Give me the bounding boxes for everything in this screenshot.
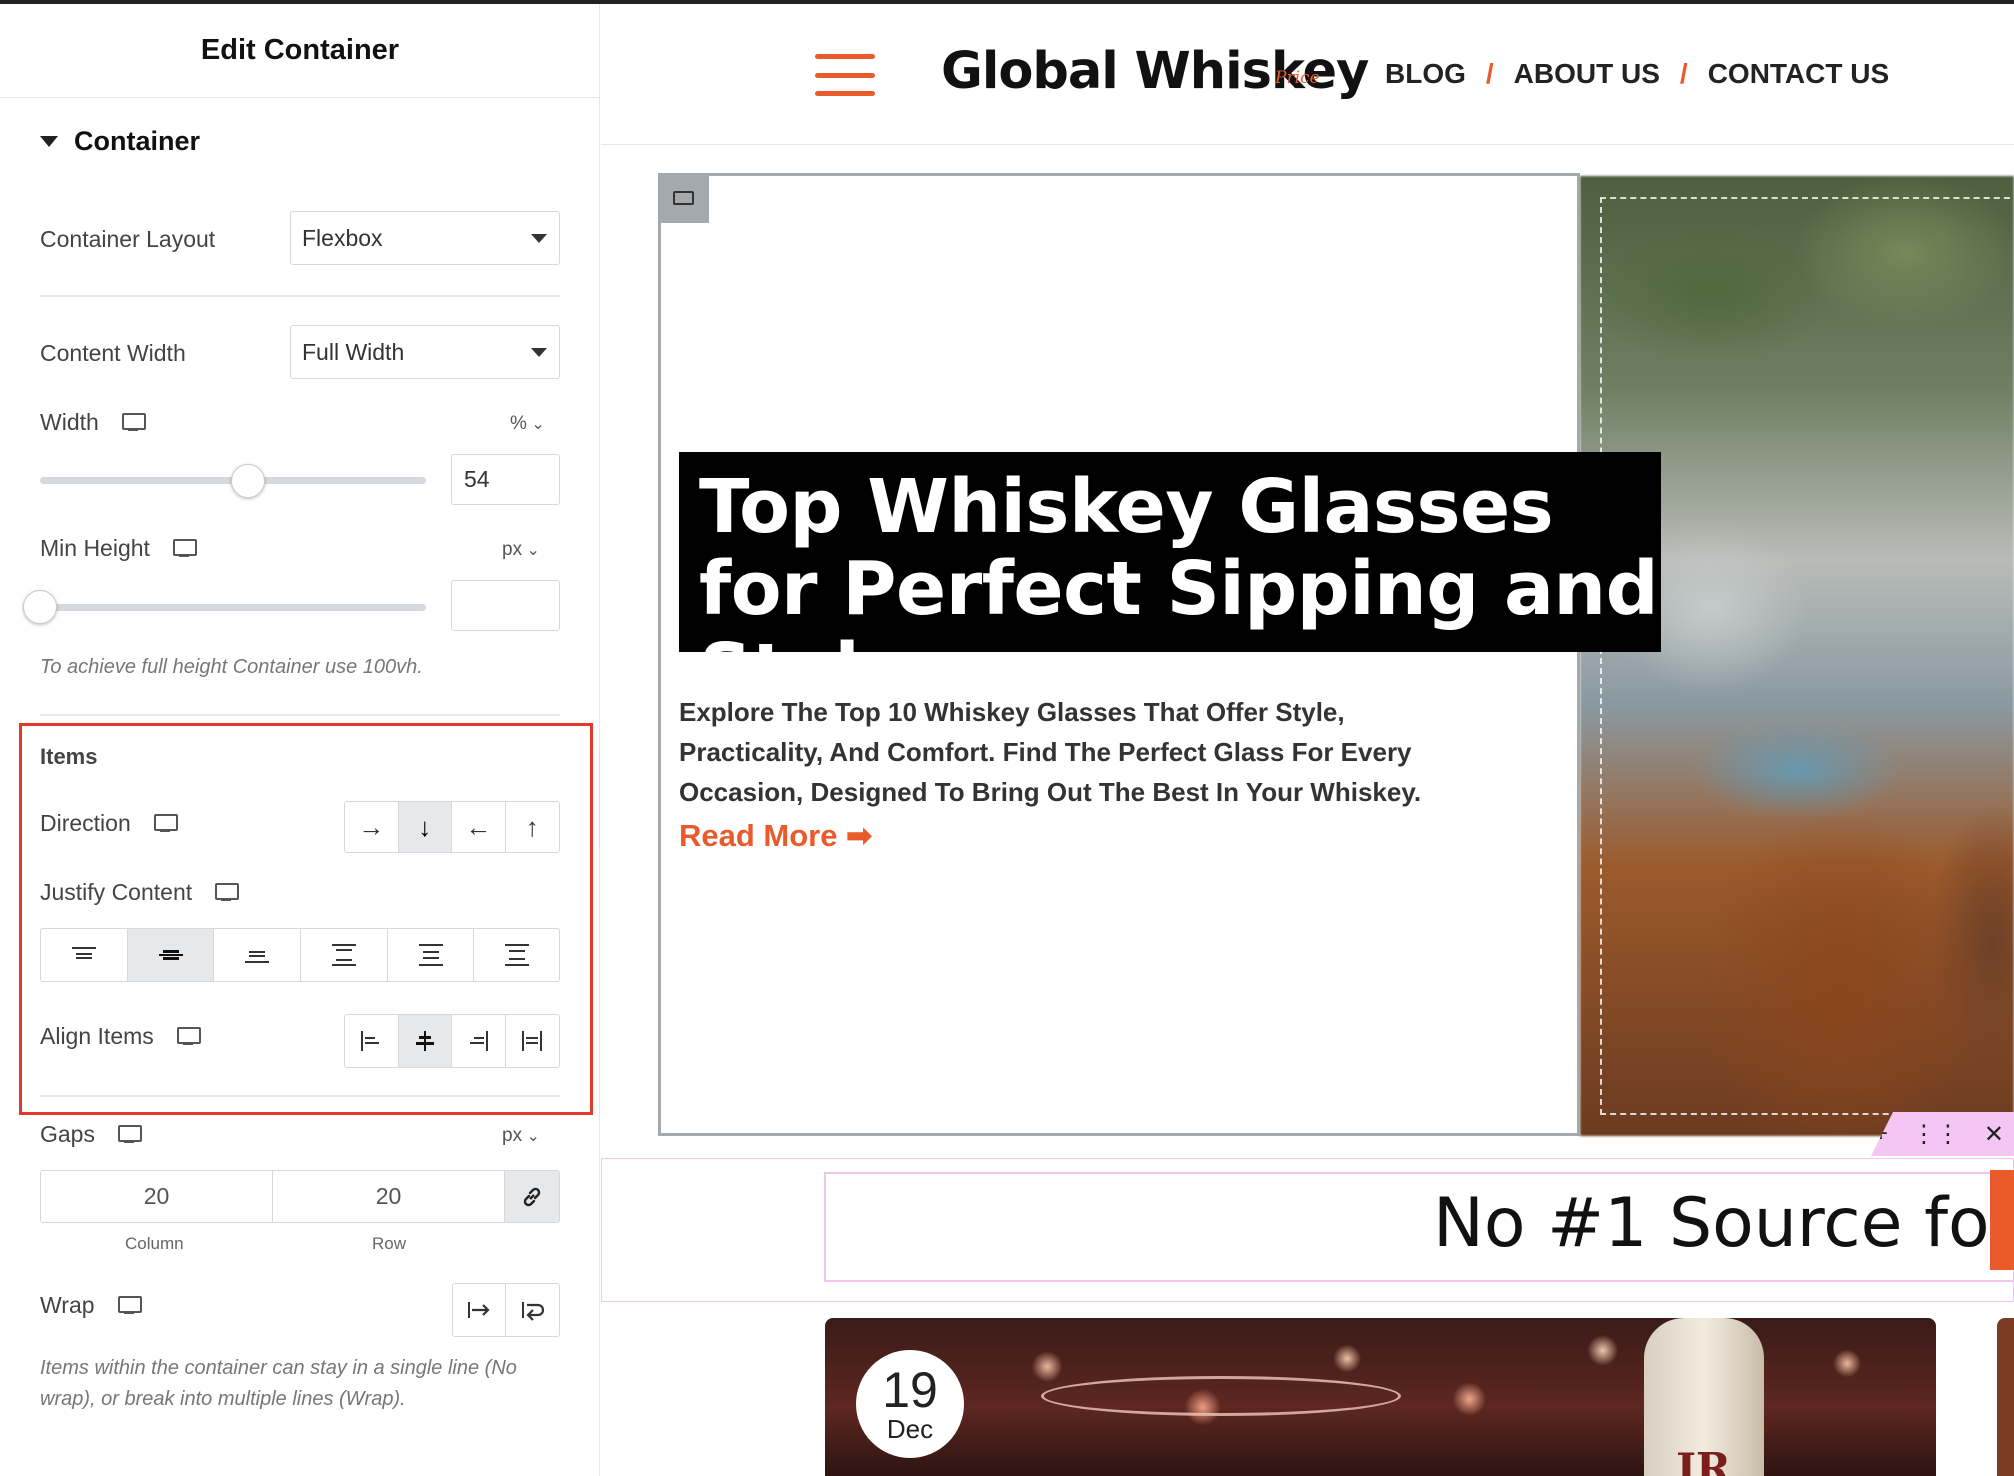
site-header: Global Whiskey Price BLOG / ABOUT US / C… [601,4,2014,145]
divider [40,714,560,716]
panel-header: Edit Container [0,4,600,98]
min-height-unit-select[interactable]: px [502,539,540,561]
gaps-unit-select[interactable]: px [502,1125,540,1147]
width-label: Width [40,409,146,436]
container-layout-select[interactable]: Flexbox [290,211,560,265]
wrap-note: Items within the container can stay in a… [40,1357,517,1410]
justify-start-icon[interactable] [41,929,128,981]
wrap-icon[interactable] [506,1284,559,1336]
read-more-link[interactable]: Read More ➡ [679,818,872,854]
divider [40,1095,560,1097]
nav-link-contact[interactable]: CONTACT US [1708,58,1889,90]
direction-row-arrow-right-icon[interactable]: → [345,802,399,852]
align-center-icon[interactable] [398,1015,452,1067]
justify-content-label: Justify Content [40,879,240,906]
align-end-icon[interactable] [452,1015,506,1067]
desktop-icon[interactable] [153,813,178,835]
hamburger-menu-icon[interactable] [815,54,875,96]
desktop-icon[interactable] [172,538,197,560]
wrap-control [452,1283,560,1337]
justify-space-evenly-icon[interactable] [474,929,559,981]
nav-link-about[interactable]: ABOUT US [1514,58,1660,90]
accent-block [1990,1170,2014,1270]
align-items-label: Align Items [40,1023,201,1050]
wrap-label: Wrap [40,1292,142,1319]
section-title: Container [74,126,201,156]
min-height-input[interactable] [451,580,560,631]
panel-title: Edit Container [200,34,400,66]
align-items-control [344,1014,560,1068]
justify-content-control [40,928,560,982]
min-height-slider-handle[interactable] [23,590,57,624]
bottle-label: JR [1676,1444,1731,1476]
direction-label: Direction [40,810,178,837]
width-input[interactable]: 54 [451,454,560,505]
content-width-label: Content Width [40,340,186,366]
date-day: 19 [882,1362,938,1418]
gaps-label: Gaps [40,1121,142,1148]
align-start-icon[interactable] [345,1015,399,1067]
gap-column-label: Column [125,1234,184,1253]
direction-column-arrow-down-icon[interactable]: ↓ [398,802,452,852]
photo-container-outline [1600,197,2014,1115]
desktop-icon[interactable] [176,1026,201,1048]
desktop-icon[interactable] [117,1295,142,1317]
container-handle-icon[interactable] [658,173,709,223]
width-slider-handle[interactable] [231,464,265,498]
min-height-label: Min Height [40,535,197,562]
nav-link-blog[interactable]: BLOG [1385,58,1466,90]
no-wrap-icon[interactable] [453,1284,507,1336]
min-height-note: To achieve full height Container use 100… [40,656,423,678]
divider [40,295,560,297]
desktop-icon[interactable] [214,882,240,904]
direction-row-reverse-arrow-left-icon[interactable]: ← [452,802,506,852]
link-values-icon[interactable] [505,1171,559,1222]
container-layout-label: Container Layout [40,226,216,252]
next-post-card-edge [1997,1318,2014,1476]
direction-column-reverse-arrow-up-icon[interactable]: ↑ [506,802,560,852]
gaps-inputs: 20 20 [40,1170,560,1223]
width-unit-select[interactable]: % [510,413,545,435]
justify-end-icon[interactable] [214,929,302,981]
desktop-icon[interactable] [121,412,146,434]
section-toolbar: + ⋮⋮ ✕ [1871,1112,2014,1156]
section-headline: No #1 Source for [1433,1184,2014,1263]
hero-title: Top Whiskey Glasses for Perfect Sipping … [699,464,1659,714]
drag-handle-icon[interactable]: ⋮⋮ [1912,1120,1960,1149]
justify-space-between-icon[interactable] [301,929,388,981]
justify-center-icon[interactable] [127,929,215,981]
items-heading: Items [40,744,98,769]
direction-control: → ↓ ← ↑ [344,801,560,853]
justify-space-around-icon[interactable] [388,929,475,981]
nav-separator: / [1485,58,1494,89]
editor-panel: Edit Container Container Container Layou… [0,4,600,1476]
gap-row-label: Row [372,1234,407,1253]
glass-rim-shape [1041,1376,1401,1416]
gap-column-input[interactable]: 20 [41,1171,273,1222]
dropdown-arrow-icon [531,234,547,243]
dropdown-arrow-icon [531,348,547,357]
close-icon[interactable]: ✕ [1984,1120,2004,1149]
site-logo-sub: Price [1275,68,1320,88]
nav-separator: / [1679,58,1688,89]
content-width-select[interactable]: Full Width [290,325,560,379]
gap-row-input[interactable]: 20 [273,1171,505,1222]
date-badge: 19 Dec [856,1350,964,1458]
hero-description: Explore The Top 10 Whiskey Glasses That … [679,697,1422,807]
desktop-icon[interactable] [117,1124,142,1146]
site-preview: Global Whiskey Price BLOG / ABOUT US / C… [601,4,2014,1476]
min-height-slider-track[interactable] [40,604,426,611]
section-toggle-container[interactable]: Container [40,126,200,157]
caret-down-icon [40,136,58,147]
date-month: Dec [886,1414,934,1444]
main-nav: BLOG / ABOUT US / CONTACT US [1385,58,1889,90]
align-stretch-icon[interactable] [506,1015,560,1067]
